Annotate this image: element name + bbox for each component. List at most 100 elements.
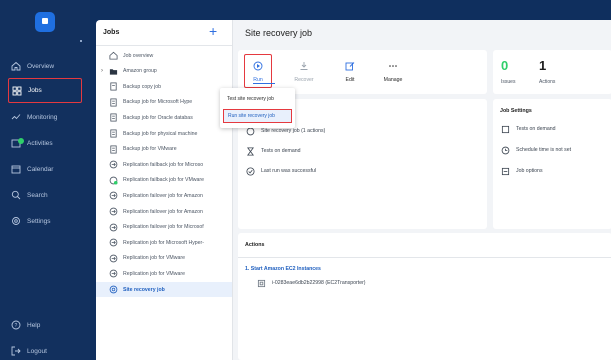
job-list-item[interactable]: Replication job for Microsoft Hyper- (96, 235, 232, 250)
actions-count: 1 (539, 58, 547, 73)
nav-item-overview[interactable]: Overview (8, 55, 82, 77)
replication-icon (108, 222, 118, 232)
nav-item-monitoring[interactable]: Monitoring (8, 106, 82, 128)
jobs-grid-icon (11, 85, 23, 97)
app-logo (35, 12, 55, 32)
more-icon (388, 60, 398, 72)
job-list-item-label: Backup job for VMware (123, 146, 177, 153)
job-list-item[interactable]: › Amazon group (96, 64, 232, 79)
job-list-item[interactable]: Replication failover job for Amazon (96, 188, 232, 203)
main-navigation: Overview Jobs Monitoring Activities Cale… (0, 0, 90, 360)
settings-row-label: Job options (516, 168, 543, 174)
actions-card: Actions 1. Start Amazon EC2 Instances i-… (238, 233, 611, 360)
edit-icon (345, 60, 355, 72)
nav-item-help[interactable]: ? Help (8, 314, 82, 336)
site-recovery-icon (108, 285, 118, 295)
job-list-item-label: Backup copy job (123, 83, 162, 90)
search-icon (10, 189, 22, 201)
recover-button[interactable]: Recover (284, 54, 324, 88)
overview-icon (108, 51, 118, 61)
job-list-item[interactable]: Replication failback job for VMware (96, 173, 232, 188)
settings-row-label: Tests on demand (516, 126, 556, 132)
job-list-item[interactable]: Backup job for VMware (96, 142, 232, 157)
job-list-item-label: Replication failover job for Amazon (123, 192, 203, 199)
job-list-item[interactable]: Replication failover job for Amazon (96, 204, 232, 219)
backup-copy-icon (108, 82, 118, 92)
actions-title: Actions (245, 242, 265, 248)
nav-item-label: Settings (27, 217, 51, 225)
job-settings-title: Job Settings (500, 108, 532, 114)
nav-item-label: Overview (27, 62, 55, 70)
manage-button[interactable]: Manage (373, 54, 413, 88)
job-list-item-label: Backup job for Oracle databas (123, 114, 193, 121)
run-button[interactable]: Run (244, 54, 275, 88)
backup-job-icon (108, 97, 118, 107)
replication-icon (108, 191, 118, 201)
nav-item-label: Monitoring (27, 113, 58, 121)
folder-icon (108, 66, 118, 76)
nav-item-label: Logout (27, 347, 47, 355)
nav-item-logout[interactable]: Logout (8, 340, 82, 360)
replication-icon (108, 253, 118, 263)
job-list-item-label: Replication failover job for Amazon (123, 208, 203, 215)
nav-item-jobs[interactable]: Jobs (8, 78, 82, 103)
job-list-item-label: Replication job for VMware (123, 255, 185, 262)
nav-item-search[interactable]: Search (8, 184, 82, 206)
edit-label: Edit (345, 76, 355, 83)
nav-item-activities[interactable]: Activities (8, 132, 82, 154)
summary-row-label: Tests on demand (261, 148, 301, 154)
hourglass-icon (245, 146, 255, 156)
job-list-item[interactable]: Replication job for VMware (96, 266, 232, 281)
job-list-item[interactable]: Replication failback job for Microso (96, 157, 232, 172)
nav-item-settings[interactable]: Settings (8, 210, 82, 232)
nav-item-calendar[interactable]: Calendar (8, 158, 82, 180)
job-list-item-label: Replication job for Microsoft Hyper- (123, 239, 205, 246)
settings-row-schedule[interactable]: Schedule time is not set (500, 145, 571, 155)
job-list-item[interactable]: Backup job for Oracle databas (96, 110, 232, 125)
job-list-item-label: Backup job for physical machine (123, 130, 198, 137)
download-icon (299, 60, 309, 72)
divider (238, 257, 611, 258)
job-list-item[interactable]: Backup job for Microsoft Hype (96, 95, 232, 110)
backup-job-icon (108, 113, 118, 123)
add-job-button[interactable]: + (209, 23, 217, 39)
job-list-item[interactable]: Replication job for VMware (96, 251, 232, 266)
action-item-detail: i-0283eae6db2b22998 (EC2Transporter) (256, 278, 366, 288)
job-options-icon (500, 166, 510, 176)
nav-collapse-dot (80, 40, 82, 42)
settings-row-options[interactable]: Job options (500, 166, 543, 176)
job-list-item[interactable]: Job overview (96, 48, 232, 63)
check-circle-icon (245, 166, 255, 176)
jobs-panel-title: Jobs (103, 29, 120, 36)
nav-item-label: Jobs (28, 87, 42, 94)
activity-badge (18, 138, 24, 144)
menu-item-run-site-recovery[interactable]: Run site recovery job (223, 109, 292, 123)
job-list-item-label: Backup job for Microsoft Hype (123, 99, 193, 106)
job-list-item[interactable]: Backup copy job (96, 79, 232, 94)
expand-chevron-icon[interactable]: › (96, 68, 108, 74)
settings-row-tests[interactable]: Tests on demand (500, 124, 556, 134)
summary-row-status: Last run was successful (245, 166, 316, 176)
job-list-item[interactable]: Site recovery job (96, 282, 232, 297)
run-dropdown-indicator (253, 82, 275, 84)
edit-button[interactable]: Edit (330, 54, 370, 88)
divider (96, 45, 232, 46)
backup-job-icon (108, 144, 118, 154)
help-icon: ? (10, 319, 22, 331)
svg-text:?: ? (15, 323, 18, 329)
job-settings-card: Job Settings Tests on demand Schedule ti… (493, 99, 611, 229)
activities-icon (10, 137, 24, 149)
nav-item-label: Activities (27, 139, 53, 147)
issues-label: Issues (501, 79, 516, 85)
nav-item-label: Help (27, 321, 41, 329)
page-title: Site recovery job (245, 28, 313, 38)
job-list-item[interactable]: Replication failover job for Microsof (96, 220, 232, 235)
job-list-item[interactable]: Backup job for physical machine (96, 126, 232, 141)
action-item-title[interactable]: 1. Start Amazon EC2 Instances (245, 266, 321, 272)
run-dropdown-menu: Test site recovery job Run site recovery… (220, 88, 295, 128)
stats-card: 0 Issues 1 Actions (493, 50, 611, 94)
issues-count: 0 (501, 58, 509, 73)
calendar-icon (10, 163, 22, 175)
menu-item-test-site-recovery[interactable]: Test site recovery job (223, 92, 292, 106)
job-list-item-label: Replication failback job for Microso (123, 161, 204, 168)
